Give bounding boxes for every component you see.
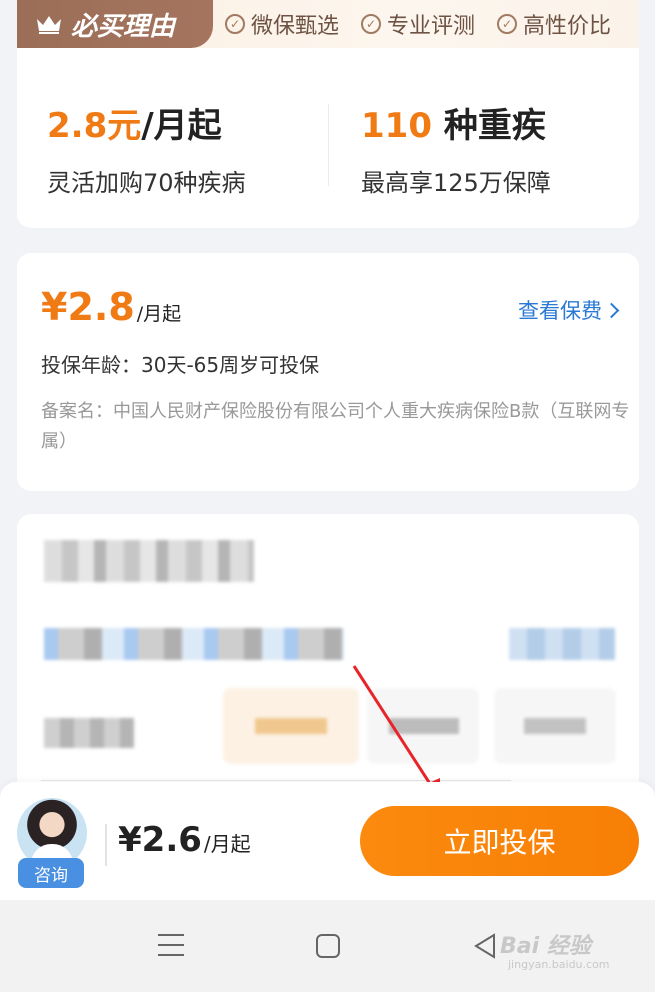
watermark-url: jingyan.baidu.com: [508, 958, 610, 971]
blurred-divider: [41, 780, 511, 781]
reason-tag: ✓ 专业评测: [361, 8, 475, 40]
view-premium-link[interactable]: 查看保费: [518, 295, 620, 325]
buy-now-button[interactable]: 立即投保: [360, 806, 639, 876]
check-icon: ✓: [361, 14, 382, 34]
price-unit: /月起: [136, 303, 182, 325]
filing-name: 备案名：中国人民财产保险股份有限公司个人重大疾病保险B款（互联网专属）: [41, 401, 630, 452]
reason-tag-label: 微保甄选: [251, 14, 340, 39]
reason-tag-label: 专业评测: [387, 14, 476, 39]
check-icon: ✓: [497, 14, 518, 34]
menu-icon[interactable]: [158, 934, 184, 956]
insured-age: 投保年龄：30天-65周岁可投保: [41, 353, 320, 377]
price-card: ¥2.8 /月起 查看保费 投保年龄：30天-65周岁可投保 备案名：中国人民财…: [17, 253, 639, 491]
home-icon[interactable]: [316, 934, 340, 958]
stat-monthly-price: 2.8元/月起 灵活加购70种疾病: [47, 98, 246, 198]
blurred-tab-right: [509, 628, 615, 660]
must-buy-badge: 必买理由: [17, 0, 213, 48]
check-icon: ✓: [225, 14, 245, 34]
reason-tag: ✓ 微保甄选: [225, 8, 339, 40]
bar-price: ¥2.6 /月起: [118, 820, 251, 860]
reasons-bar: 必买理由 ✓ 微保甄选 ✓ 专业评测 ✓ 高性价比: [17, 0, 639, 48]
bottom-action-bar: 咨询 ¥2.6 /月起 立即投保: [0, 782, 655, 900]
stat-divider: [328, 104, 329, 186]
crown-icon: [37, 16, 61, 34]
stat-diseases-desc: 最高享125万保障: [361, 169, 551, 197]
stat-diseases-value: 110 种重疾: [361, 106, 546, 146]
reason-tag: ✓ 高性价比: [497, 8, 611, 40]
reason-tag-label: 高性价比: [523, 14, 612, 39]
watermark-brand: Bai 经验: [500, 934, 591, 959]
highlights-card: 必买理由 ✓ 微保甄选 ✓ 专业评测 ✓ 高性价比 2.8元/月起 灵活加购70…: [17, 0, 639, 228]
blurred-plan-card: [17, 514, 639, 814]
blurred-option-3: [367, 688, 479, 764]
back-icon[interactable]: [472, 932, 498, 960]
price-value: ¥2.8: [41, 285, 135, 329]
bar-divider: [105, 824, 107, 866]
bar-price-value: ¥2.6: [118, 820, 202, 860]
stat-diseases: 110 种重疾 最高享125万保障: [361, 98, 551, 198]
stat-monthly-price-desc: 灵活加购70种疾病: [47, 169, 246, 197]
consult-button[interactable]: 咨询: [18, 858, 84, 888]
chevron-right-icon: [603, 302, 620, 318]
view-premium-label: 查看保费: [518, 299, 602, 323]
blurred-option-2: [223, 688, 359, 764]
blurred-title: [44, 540, 254, 582]
price-line: ¥2.8 /月起: [41, 285, 181, 329]
blurred-option-1: [44, 718, 134, 748]
bar-price-unit: /月起: [203, 832, 251, 856]
stat-monthly-price-value: 2.8元/月起: [47, 106, 222, 146]
reason-tags: ✓ 微保甄选 ✓ 专业评测 ✓ 高性价比: [209, 0, 617, 48]
must-buy-label: 必买理由: [71, 11, 176, 42]
blurred-option-4: [494, 688, 616, 764]
blurred-tabs: [44, 628, 344, 660]
